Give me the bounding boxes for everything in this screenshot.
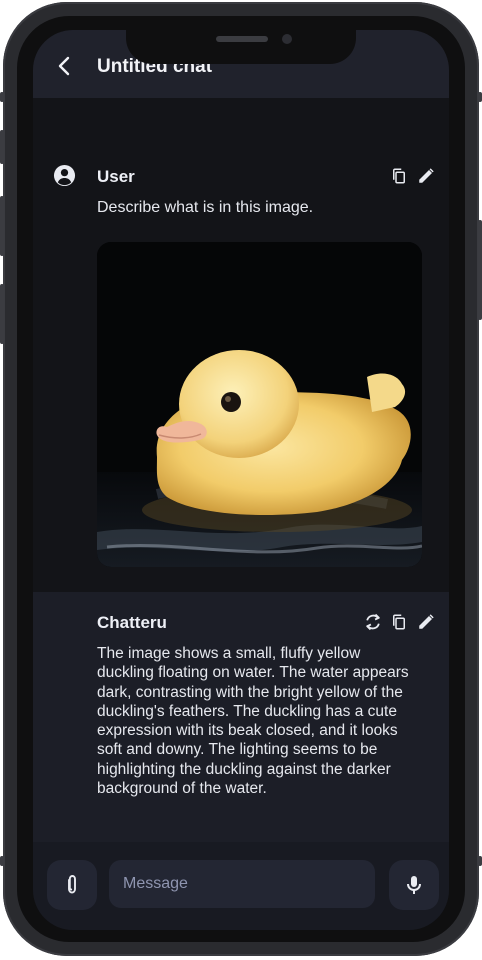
app-screen: Untitled chat User Describe what is in t… [33,30,449,930]
side-button-right-power [478,220,482,320]
chevron-left-icon[interactable] [53,54,77,78]
user-author: User [97,167,135,186]
microphone-icon [407,876,421,894]
side-button-left-mute [0,130,4,164]
copy-icon[interactable] [390,613,408,631]
phone-notch [126,28,356,64]
side-button-left-vol-up [0,196,4,256]
speaker-grille [216,36,268,42]
user-message-text: Describe what is in this image. [97,199,314,216]
attach-button[interactable] [47,860,97,910]
side-button-right-top [478,92,482,102]
copy-icon[interactable] [390,167,408,185]
side-button-left-bottom [0,856,4,866]
edit-icon[interactable] [417,167,435,185]
side-button-left-vol-down [0,284,4,344]
duckling-image [97,242,422,567]
attached-image[interactable] [97,242,422,567]
account-circle-icon [53,164,76,187]
front-camera [282,34,292,44]
regenerate-icon[interactable] [363,612,383,632]
edit-icon[interactable] [417,613,435,631]
mic-button[interactable] [389,860,439,910]
message-input[interactable] [109,860,375,908]
assistant-message-text: The image shows a small, fluffy yellow d… [97,645,409,798]
side-button-right-bottom [478,856,482,866]
paperclip-icon [68,875,76,894]
side-button-left-top [0,92,4,102]
assistant-author: Chatteru [97,613,167,632]
